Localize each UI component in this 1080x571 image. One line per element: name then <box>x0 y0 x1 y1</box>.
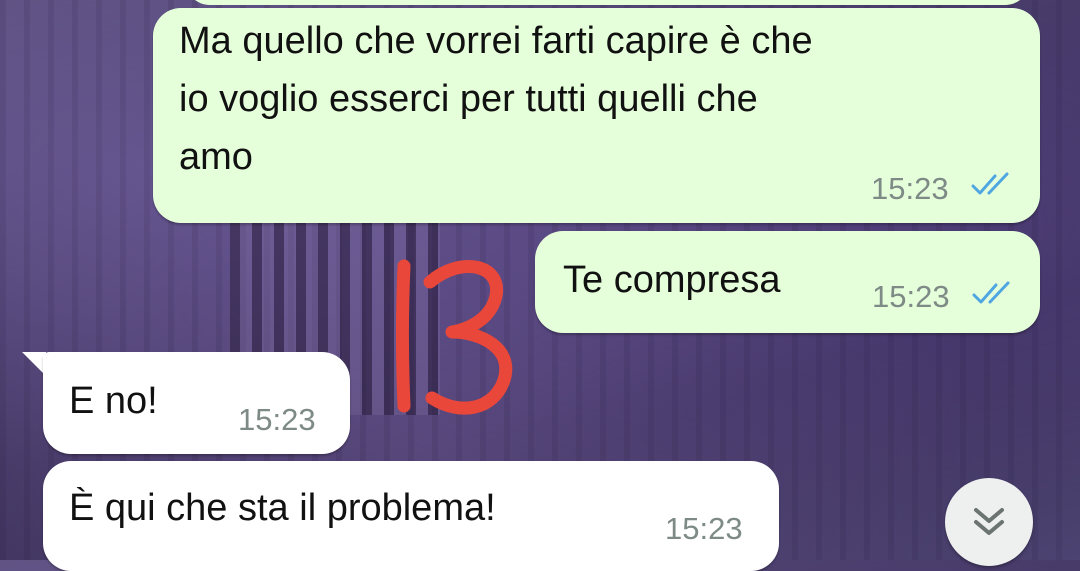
double-check-read-icon <box>971 172 1009 195</box>
message-text: Ma quello che vorrei farti capire è che … <box>179 20 813 178</box>
annotation-digit-one <box>396 259 411 413</box>
message-time: 15:23 <box>238 402 316 437</box>
message-text: Te compresa <box>563 259 781 301</box>
outgoing-message[interactable]: Ma quello che vorrei farti capire è che … <box>153 8 1040 223</box>
message-time: 15:23 <box>871 171 949 206</box>
message-text: E no! <box>69 380 158 422</box>
outgoing-message[interactable]: Te compresa 15:23 <box>535 231 1040 333</box>
incoming-message[interactable]: E no! 15:23 <box>43 352 350 454</box>
message-text: È qui che sta il problema! <box>69 487 496 529</box>
previous-message-edge <box>185 0 1030 5</box>
double-check-read-icon <box>972 281 1010 304</box>
handwritten-annotation <box>396 259 513 415</box>
annotation-digit-three <box>423 260 513 415</box>
scroll-to-bottom-button[interactable] <box>945 478 1033 566</box>
incoming-message[interactable]: È qui che sta il problema! 15:23 <box>43 461 779 571</box>
message-time: 15:23 <box>872 279 950 314</box>
message-time: 15:23 <box>665 511 743 546</box>
double-chevron-down-icon <box>974 508 1004 535</box>
